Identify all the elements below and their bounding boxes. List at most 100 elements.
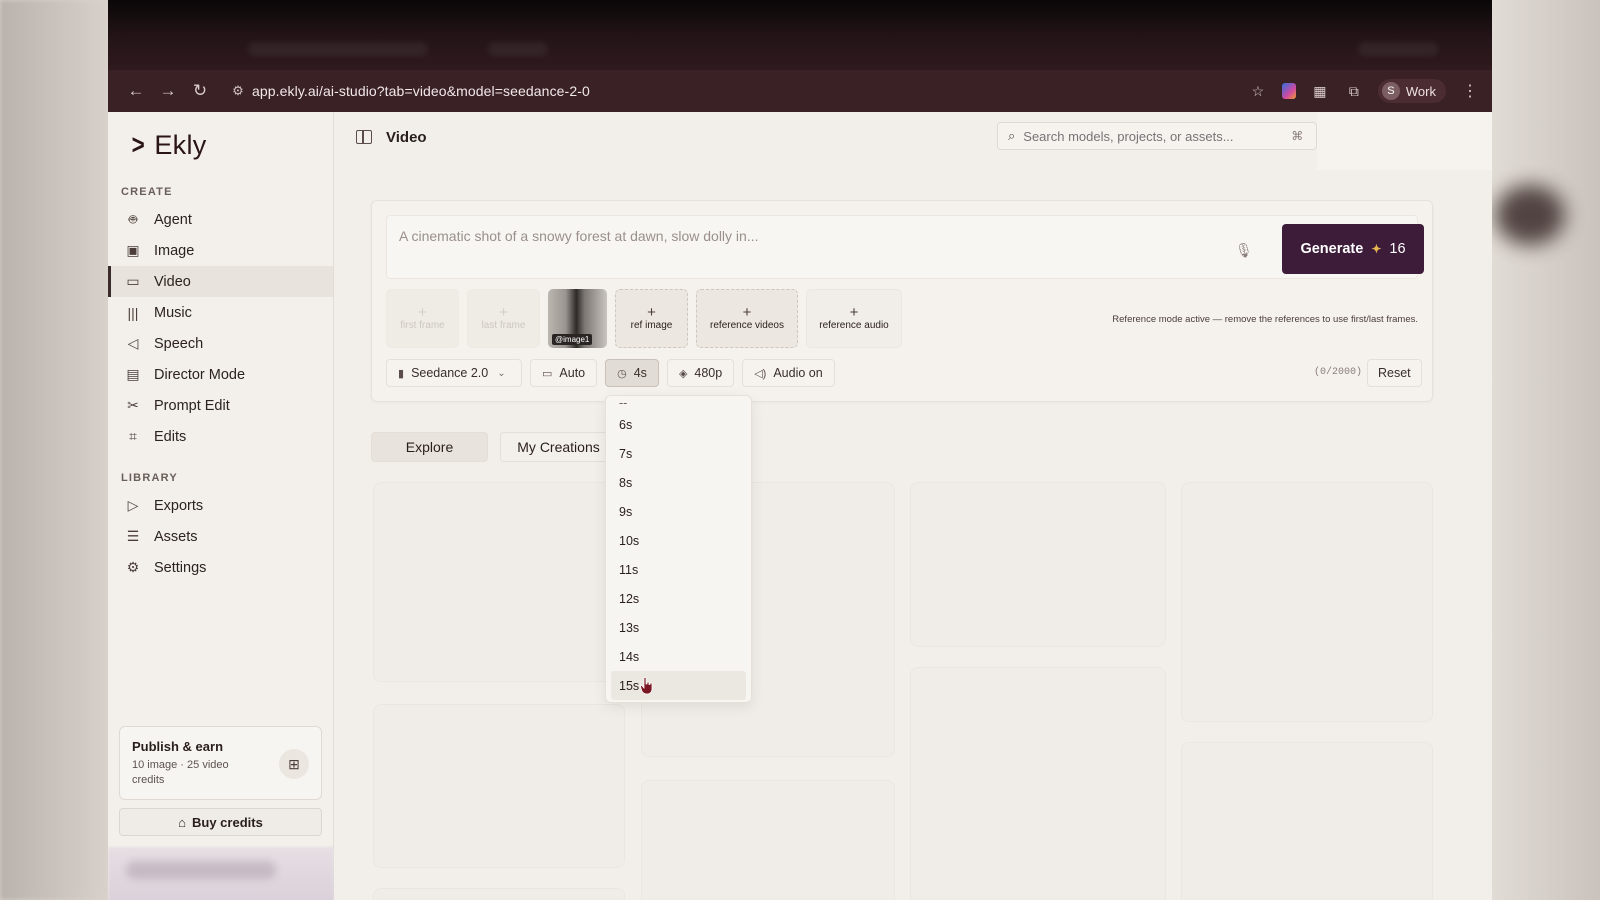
reload-icon[interactable]: ↻	[184, 76, 216, 106]
audio-toggle[interactable]: ◁) Audio on	[742, 359, 835, 387]
sidebar-item-image[interactable]: ▣ Image	[108, 235, 333, 266]
first-frame-slot[interactable]: + first frame	[386, 289, 459, 348]
aspect-ratio-icon: ▭	[542, 367, 553, 380]
duration-option[interactable]: 7s	[606, 439, 751, 468]
reference-image-thumbnail[interactable]: @image1	[548, 289, 607, 348]
profile-button[interactable]: S Work	[1377, 79, 1446, 103]
reference-mode-note: Reference mode active — remove the refer…	[1112, 314, 1418, 325]
topbar-right-area	[1317, 112, 1492, 170]
gallery-tile[interactable]	[910, 482, 1166, 647]
sidebar-item-speech[interactable]: ◁ Speech	[108, 328, 333, 359]
search-input[interactable]	[1023, 128, 1284, 144]
duration-option[interactable]: 6s	[606, 410, 751, 439]
shortcut-key: ⌘	[1291, 129, 1304, 143]
sidebar-item-music[interactable]: ||| Music	[108, 297, 333, 328]
model-select[interactable]: ▮ Seedance 2.0 ⌄	[386, 359, 522, 387]
sidebar-item-director-mode[interactable]: ▤ Director Mode	[108, 359, 333, 390]
composer-panel: 🎙︎ Generate ✦ 16 + first frame + last fr…	[371, 200, 1433, 402]
gallery-tile[interactable]	[1181, 742, 1433, 900]
duration-label: 4s	[633, 366, 647, 380]
sidebar-item-prompt-edit[interactable]: ✂ Prompt Edit	[108, 390, 333, 421]
forward-icon[interactable]: →	[152, 76, 184, 106]
duration-option-hovered[interactable]: 15s	[611, 671, 746, 700]
duration-option[interactable]: 9s	[606, 497, 751, 526]
last-frame-slot[interactable]: + last frame	[467, 289, 540, 348]
duration-option[interactable]: 8s	[606, 468, 751, 497]
sidebar-item-label: Director Mode	[154, 366, 246, 383]
sidebar-item-video[interactable]: ▭ Video	[108, 266, 333, 297]
sidebar-item-label: Prompt Edit	[154, 397, 230, 414]
plus-icon: +	[849, 304, 859, 321]
prompt-input[interactable]	[399, 228, 1219, 268]
play-icon: ▷	[127, 497, 139, 513]
waveform-icon: |||	[127, 304, 139, 321]
options-row: ▮ Seedance 2.0 ⌄ ▭ Auto ◷ 4s ◈ 480p ◁) A…	[386, 359, 835, 387]
duration-button[interactable]: ◷ 4s	[605, 359, 659, 387]
bookmark-star-icon[interactable]: ☆	[1248, 81, 1268, 101]
gallery-tile[interactable]	[641, 780, 895, 900]
gallery-tile[interactable]	[910, 667, 1166, 900]
sidebar-item-label: Speech	[154, 335, 204, 352]
logo[interactable]: > Ekly	[108, 112, 333, 168]
sidebar-toggle-icon[interactable]	[356, 130, 372, 144]
sidebar-item-agent[interactable]: 🤖︎ Agent	[108, 204, 333, 235]
puzzle-icon[interactable]: ⧉	[1344, 81, 1364, 101]
address-bar[interactable]: ⚙ app.ekly.ai/ai-studio?tab=video&model=…	[224, 77, 1248, 105]
extension-grid-icon[interactable]: ▦	[1310, 81, 1330, 101]
gallery-tile[interactable]	[1181, 482, 1433, 722]
gift-icon[interactable]: ⊞	[279, 749, 309, 779]
profile-name: Work	[1405, 83, 1436, 99]
sidebar-item-assets[interactable]: ☰ Assets	[108, 521, 333, 552]
back-icon[interactable]: ←	[120, 76, 152, 106]
sidebar-item-label: Music	[154, 304, 192, 321]
tab-explore[interactable]: Explore	[371, 432, 488, 462]
duration-option[interactable]: 12s	[606, 584, 751, 613]
dropdown-partial-item[interactable]: --	[606, 396, 751, 410]
search-icon: ⌕	[1008, 128, 1016, 143]
buy-credits-button[interactable]: ⌂ Buy credits	[119, 808, 322, 836]
duration-option[interactable]: 13s	[606, 613, 751, 642]
duration-option[interactable]: 11s	[606, 555, 751, 584]
blurred-backdrop-right	[1490, 0, 1600, 900]
image-tag: @image1	[552, 334, 593, 345]
gallery-tile[interactable]	[373, 888, 625, 900]
page-title: Video	[386, 128, 427, 146]
duration-option[interactable]: 10s	[606, 526, 751, 555]
speech-bubble-icon: ◁	[127, 335, 139, 351]
extension-icon[interactable]	[1281, 83, 1296, 99]
sidebar-item-label: Image	[154, 242, 195, 259]
reference-videos-slot[interactable]: + reference videos	[696, 289, 798, 348]
library-section-label: LIBRARY	[121, 472, 178, 484]
publish-card[interactable]: Publish & earn 10 image · 25 video credi…	[119, 726, 322, 800]
gallery-tile[interactable]	[373, 704, 625, 868]
browser-menu-icon[interactable]: ⋮	[1460, 81, 1480, 101]
gallery-tile[interactable]	[373, 482, 625, 682]
tab-my-creations[interactable]: My Creations	[500, 432, 617, 462]
microphone-icon[interactable]: 🎙︎	[1235, 242, 1253, 259]
video-icon: ▭	[126, 273, 140, 289]
aspect-ratio-button[interactable]: ▭ Auto	[530, 359, 598, 387]
ref-image-slot[interactable]: + ref image	[615, 289, 688, 348]
duration-dropdown: -- 6s 7s 8s 9s 10s 11s 12s 13s 14s 15s	[605, 395, 752, 703]
duration-option[interactable]: 14s	[606, 642, 751, 671]
resolution-button[interactable]: ◈ 480p	[666, 359, 735, 387]
hand-pointer-cursor-icon	[640, 677, 653, 695]
reference-audio-label: reference audio	[819, 320, 889, 331]
sidebar-item-edits[interactable]: ⌗ Edits	[108, 421, 333, 452]
gear-icon: ⚙	[126, 559, 140, 575]
search-bar[interactable]: ⌕ ⌘	[997, 122, 1317, 150]
generate-button[interactable]: Generate ✦ 16	[1282, 224, 1424, 274]
crop-icon: ⌗	[129, 428, 137, 444]
bag-icon: ⌂	[178, 814, 187, 830]
reference-audio-slot[interactable]: + reference audio	[806, 289, 902, 348]
plus-icon: +	[499, 304, 508, 321]
sidebar: > Ekly CREATE 🤖︎ Agent ▣ Image ▭ Video |…	[108, 112, 334, 900]
sidebar-item-settings[interactable]: ⚙ Settings	[108, 552, 333, 583]
generate-credits: 16	[1389, 241, 1406, 257]
robot-icon: 🤖︎	[128, 210, 138, 227]
sidebar-item-exports[interactable]: ▷ Exports	[108, 490, 333, 521]
reset-button[interactable]: Reset	[1367, 359, 1422, 387]
resolution-label: 480p	[694, 366, 723, 380]
url-text[interactable]: app.ekly.ai/ai-studio?tab=video&model=se…	[252, 83, 590, 99]
site-settings-icon[interactable]: ⚙	[224, 77, 252, 105]
